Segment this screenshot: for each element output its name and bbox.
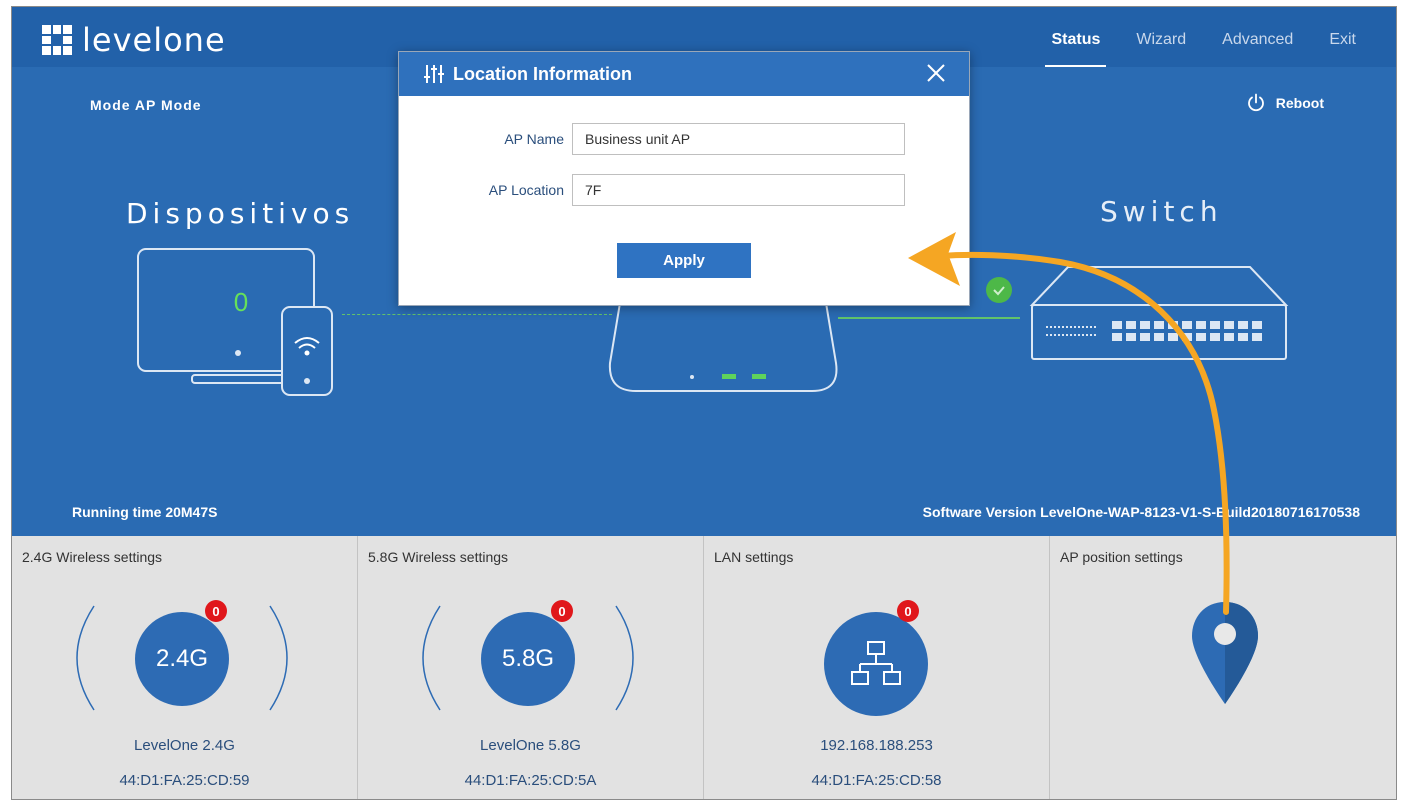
client-count-badge: 0 bbox=[551, 600, 573, 622]
lan-ip-text: 192.168.188.253 bbox=[820, 737, 933, 754]
devices-illustration[interactable]: 0 bbox=[132, 243, 342, 403]
ap-location-row: AP Location bbox=[399, 174, 969, 206]
power-icon bbox=[1247, 93, 1264, 112]
mode-text: Mode AP Mode bbox=[90, 97, 202, 113]
sliders-icon bbox=[424, 65, 444, 83]
link-line-switch bbox=[838, 317, 1020, 319]
panel-title: 2.4G Wireless settings bbox=[22, 549, 163, 565]
panel-lan[interactable]: LAN settings 0 192.168.188.253 44:D1:FA:… bbox=[704, 536, 1050, 799]
dialog-header: Location Information bbox=[399, 52, 969, 96]
mac-text: 44:D1:FA:25:CD:58 bbox=[811, 772, 942, 789]
panel-wireless-58g[interactable]: 5.8G Wireless settings 5.8G 0 LevelOne 5… bbox=[358, 536, 704, 799]
client-count-badge: 0 bbox=[897, 600, 919, 622]
ap-location-input[interactable] bbox=[572, 174, 905, 206]
panel-title: LAN settings bbox=[714, 549, 794, 565]
client-count-badge: 0 bbox=[205, 600, 227, 622]
devices-title: Dispositivos bbox=[126, 197, 355, 230]
main-nav: Status Wizard Advanced Exit bbox=[1015, 7, 1356, 67]
ssid-text: LevelOne 5.8G bbox=[480, 737, 581, 754]
panel-title: 5.8G Wireless settings bbox=[368, 549, 509, 565]
brand-name: levelone bbox=[82, 21, 226, 59]
running-time: Running time 20M47S bbox=[72, 504, 218, 520]
devices-count: 0 bbox=[234, 287, 248, 317]
ap-location-label: AP Location bbox=[488, 182, 564, 198]
app-window: levelone Status Wizard Advanced Exit Mod… bbox=[11, 6, 1397, 800]
lan-circle[interactable] bbox=[824, 612, 928, 716]
software-version: Software Version LevelOne-WAP-8123-V1-S-… bbox=[922, 504, 1360, 520]
location-pin-icon[interactable] bbox=[1190, 598, 1260, 708]
dialog-title-text: Location Information bbox=[453, 63, 632, 84]
switch-title: Switch bbox=[1100, 195, 1223, 228]
ap-name-input[interactable] bbox=[572, 123, 905, 155]
close-icon[interactable] bbox=[925, 62, 947, 84]
mac-text: 44:D1:FA:25:CD:5A bbox=[464, 772, 597, 789]
apply-button[interactable]: Apply bbox=[617, 243, 751, 278]
wireless-58g-circle[interactable]: 5.8G bbox=[481, 612, 575, 706]
link-line-devices bbox=[342, 314, 612, 315]
reboot-label: Reboot bbox=[1275, 95, 1324, 111]
settings-panels: 2.4G Wireless settings 2.4G 0 LevelOne 2… bbox=[12, 536, 1396, 799]
mac-text: 44:D1:FA:25:CD:59 bbox=[119, 772, 250, 789]
ap-name-row: AP Name bbox=[399, 123, 969, 155]
nav-wizard[interactable]: Wizard bbox=[1136, 7, 1186, 67]
nav-exit[interactable]: Exit bbox=[1329, 7, 1356, 67]
ap-name-label: AP Name bbox=[504, 131, 564, 147]
ssid-text: LevelOne 2.4G bbox=[134, 737, 235, 754]
panel-wireless-24g[interactable]: 2.4G Wireless settings 2.4G 0 LevelOne 2… bbox=[12, 536, 358, 799]
access-point-illustration bbox=[608, 303, 838, 392]
brand-logo: levelone bbox=[42, 21, 226, 59]
panel-title: AP position settings bbox=[1060, 549, 1183, 565]
nav-advanced[interactable]: Advanced bbox=[1222, 7, 1293, 67]
connected-check-icon bbox=[986, 277, 1012, 303]
location-information-dialog: Location Information AP Name AP Location… bbox=[398, 51, 970, 306]
dialog-title: Location Information bbox=[423, 63, 632, 85]
reboot-button[interactable]: Reboot bbox=[1246, 93, 1324, 113]
nav-status[interactable]: Status bbox=[1045, 7, 1107, 67]
wireless-24g-circle[interactable]: 2.4G bbox=[135, 612, 229, 706]
network-topology-icon bbox=[851, 641, 901, 685]
switch-illustration[interactable] bbox=[1028, 265, 1290, 365]
panel-ap-position[interactable]: AP position settings bbox=[1050, 536, 1396, 799]
levelone-logo-icon bbox=[42, 25, 72, 55]
